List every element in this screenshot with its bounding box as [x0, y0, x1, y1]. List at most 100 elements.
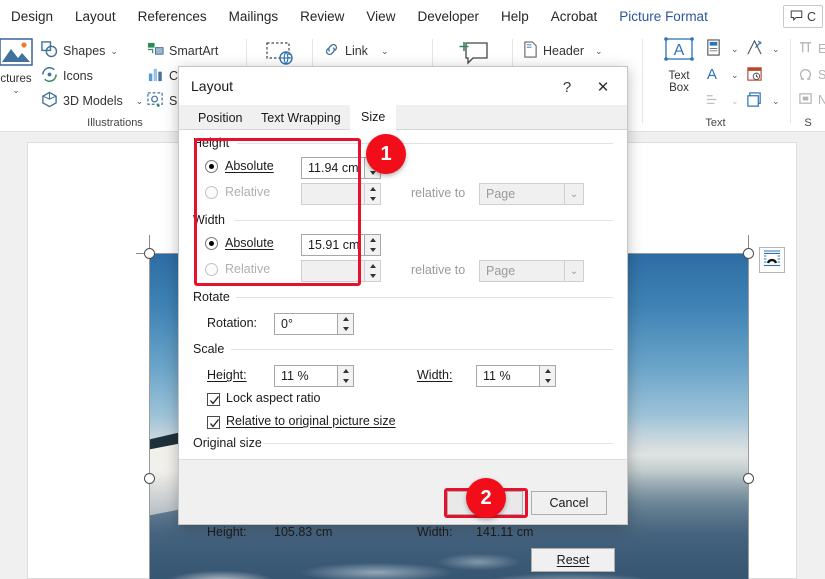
ribbon-tab-developer[interactable]: Developer: [406, 0, 490, 33]
quick-parts-chevron-down-icon[interactable]: ⌄: [731, 44, 739, 55]
chevron-down-icon[interactable]: ⌄: [564, 261, 583, 281]
spinner-up-icon[interactable]: [338, 366, 353, 376]
close-icon[interactable]: ✕: [589, 76, 617, 98]
scale-height-value[interactable]: 11 %: [275, 369, 337, 383]
rotation-value[interactable]: 0°: [275, 317, 337, 331]
spinner-up-icon[interactable]: [365, 261, 380, 271]
height-relative-arrows[interactable]: [364, 184, 380, 204]
rotation-spinner[interactable]: 0°: [274, 313, 354, 335]
tab-size[interactable]: Size: [350, 105, 396, 130]
ribbon-tab-picture-format[interactable]: Picture Format: [608, 0, 719, 33]
3d-models-chevron-down-icon[interactable]: ⌄: [136, 96, 144, 107]
relative-original-checkbox[interactable]: [207, 416, 220, 429]
reset-button[interactable]: Reset: [531, 548, 615, 572]
rotation-arrows[interactable]: [337, 314, 353, 334]
height-absolute-value[interactable]: 11.94 cm: [302, 161, 364, 175]
link-button[interactable]: Link ⌄: [323, 41, 388, 61]
drop-cap-button[interactable]: A ⌄: [705, 65, 739, 86]
pictures-chevron-down-icon[interactable]: ⌄: [12, 85, 20, 96]
drop-cap-chevron-down-icon[interactable]: ⌄: [731, 70, 739, 81]
spinner-up-icon[interactable]: [540, 366, 555, 376]
shapes-icon: [41, 41, 58, 61]
screenshot-button[interactable]: S: [147, 91, 177, 111]
spinner-down-icon[interactable]: [338, 324, 353, 334]
spinner-up-icon[interactable]: [338, 314, 353, 324]
text-box-button[interactable]: A Text Box: [655, 37, 703, 94]
width-absolute-arrows[interactable]: [364, 235, 380, 255]
scale-group-rule: [231, 349, 613, 350]
spinner-down-icon[interactable]: [365, 194, 380, 204]
header-chevron-down-icon[interactable]: ⌄: [595, 46, 603, 57]
number-button[interactable]: N: [798, 91, 825, 109]
cancel-button[interactable]: Cancel: [531, 491, 607, 515]
ribbon-tab-view[interactable]: View: [355, 0, 406, 33]
spinner-down-icon[interactable]: [338, 376, 353, 386]
scale-width-arrows[interactable]: [539, 366, 555, 386]
icons-label: Icons: [63, 69, 93, 83]
height-relative-radio[interactable]: [205, 186, 218, 199]
ribbon-tab-mailings[interactable]: Mailings: [218, 0, 290, 33]
ribbon-tab-layout[interactable]: Layout: [64, 0, 127, 33]
date-time-button[interactable]: [746, 65, 763, 86]
equation-button[interactable]: Eq: [798, 40, 825, 58]
resize-handle-top-right[interactable]: [743, 248, 754, 259]
smartart-button[interactable]: SmartArt: [147, 41, 218, 61]
shapes-button[interactable]: Shapes ⌄: [41, 41, 118, 61]
tab-text-wrapping[interactable]: Text Wrapping: [250, 105, 352, 130]
ribbon-tab-help[interactable]: Help: [490, 0, 540, 33]
height-relative-to-combo[interactable]: Page ⌄: [479, 183, 584, 205]
spinner-down-icon[interactable]: [365, 271, 380, 281]
width-relative-to-combo[interactable]: Page ⌄: [479, 260, 584, 282]
comments-button[interactable]: C: [783, 5, 823, 28]
link-chevron-down-icon[interactable]: ⌄: [381, 46, 389, 57]
ribbon-tab-strip: Design Layout References Mailings Review…: [0, 0, 825, 33]
shapes-chevron-down-icon[interactable]: ⌄: [110, 46, 118, 57]
pictures-icon: [0, 38, 33, 71]
dialog-tab-strip: Position Text Wrapping Size: [179, 105, 627, 130]
height-relative-spinner[interactable]: [301, 183, 381, 205]
3d-models-button[interactable]: 3D Models ⌄: [41, 91, 143, 111]
scale-height-spinner[interactable]: 11 %: [274, 365, 354, 387]
height-absolute-radio[interactable]: [205, 160, 218, 173]
scale-width-spinner[interactable]: 11 %: [476, 365, 556, 387]
ribbon-tab-review[interactable]: Review: [289, 0, 355, 33]
width-absolute-value[interactable]: 15.91 cm: [302, 238, 364, 252]
spinner-up-icon[interactable]: [365, 235, 380, 245]
icons-button[interactable]: Icons: [41, 66, 93, 86]
spinner-down-icon[interactable]: [540, 376, 555, 386]
chart-button[interactable]: C: [147, 66, 178, 86]
width-group-rule: [234, 220, 613, 221]
resize-handle-middle-left[interactable]: [144, 473, 155, 484]
quick-parts-button[interactable]: ⌄: [705, 39, 739, 60]
number-label: N: [818, 93, 825, 107]
width-relative-spinner[interactable]: [301, 260, 381, 282]
scale-height-arrows[interactable]: [337, 366, 353, 386]
resize-handle-top-left[interactable]: [144, 248, 155, 259]
ribbon-tab-design[interactable]: Design: [0, 0, 64, 33]
object-chevron-down-icon[interactable]: ⌄: [772, 96, 780, 107]
wordart-chevron-down-icon[interactable]: ⌄: [772, 44, 780, 55]
width-relative-radio[interactable]: [205, 263, 218, 276]
lock-aspect-ratio-checkbox[interactable]: [207, 393, 220, 406]
width-absolute-spinner[interactable]: 15.91 cm: [301, 234, 381, 256]
3d-model-icon: [41, 91, 58, 111]
chevron-down-icon[interactable]: ⌄: [564, 184, 583, 204]
header-button[interactable]: Header ⌄: [523, 41, 603, 61]
wordart-button[interactable]: ⌄: [746, 39, 780, 60]
layout-options-button[interactable]: [759, 247, 785, 273]
tab-position[interactable]: Position: [187, 105, 253, 130]
signature-chevron-down-icon[interactable]: ⌄: [731, 96, 739, 107]
help-icon[interactable]: ?: [555, 76, 579, 98]
width-absolute-radio[interactable]: [205, 237, 218, 250]
object-button[interactable]: ⌄: [746, 91, 780, 112]
symbol-button[interactable]: Sy: [798, 66, 825, 84]
scale-width-value[interactable]: 11 %: [477, 369, 539, 383]
spinner-up-icon[interactable]: [365, 184, 380, 194]
ribbon-tab-references[interactable]: References: [127, 0, 218, 33]
spinner-down-icon[interactable]: [365, 245, 380, 255]
width-relative-arrows[interactable]: [364, 261, 380, 281]
signature-line-button[interactable]: ⌄: [705, 91, 739, 112]
ribbon-tab-acrobat[interactable]: Acrobat: [540, 0, 609, 33]
pictures-button[interactable]: ctures ⌄: [0, 38, 40, 96]
resize-handle-middle-right[interactable]: [743, 473, 754, 484]
